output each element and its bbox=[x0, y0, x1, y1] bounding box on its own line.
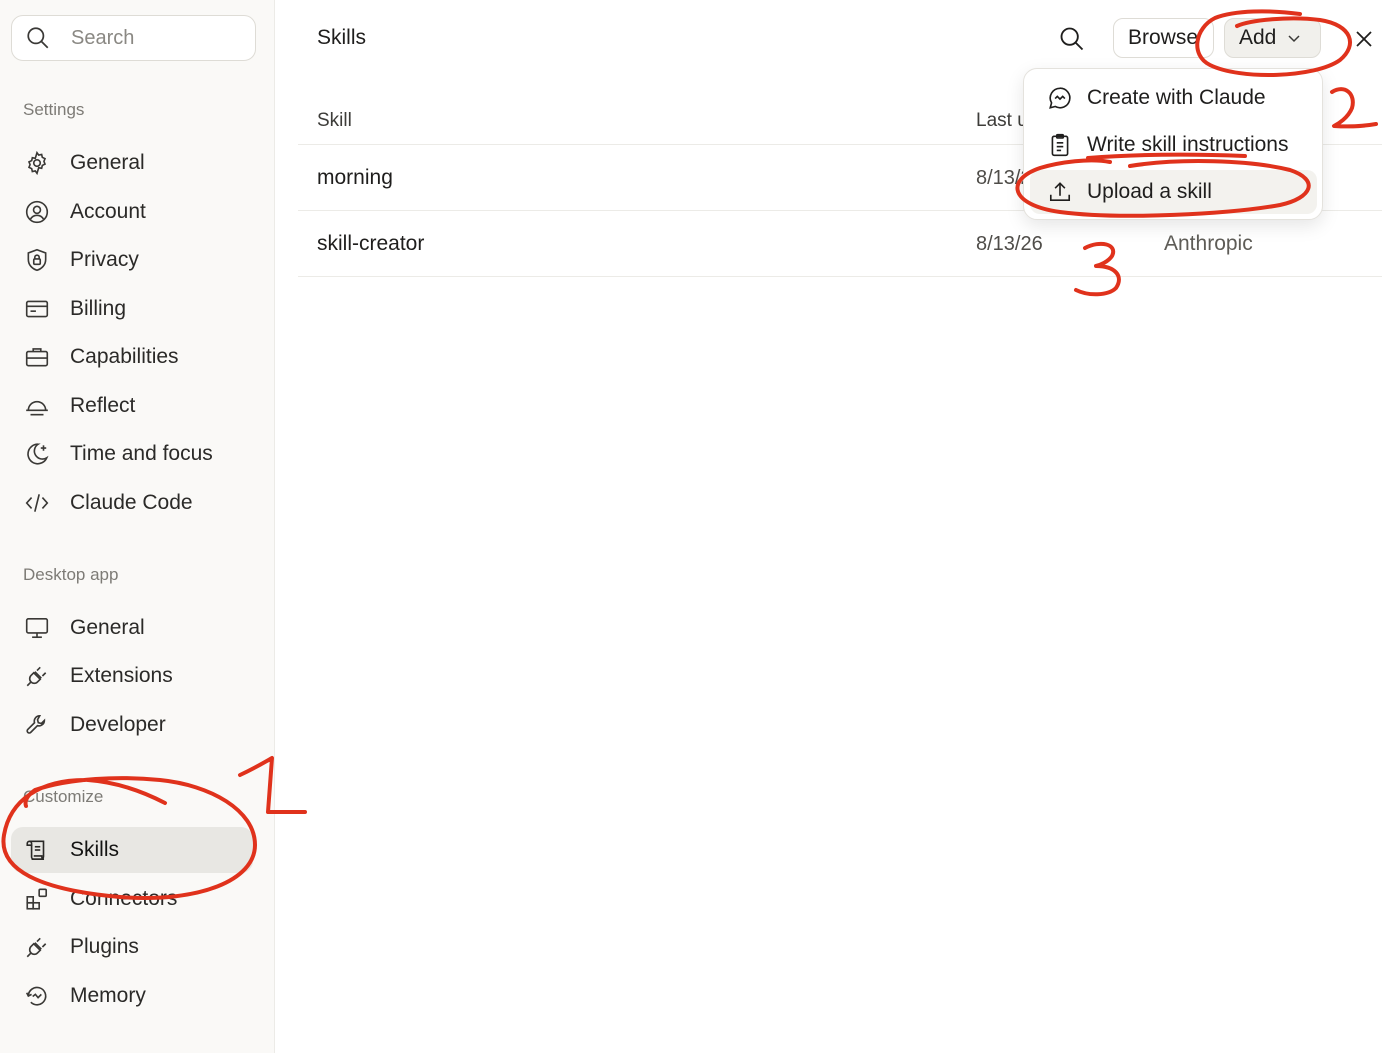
sidebar-item-plugins[interactable]: Plugins bbox=[11, 924, 253, 970]
shield-lock-icon bbox=[24, 247, 50, 273]
sidebar-item-claude-code[interactable]: Claude Code bbox=[11, 480, 253, 526]
clipboard-icon bbox=[1047, 132, 1073, 158]
skill-author-cell: Anthropic bbox=[1164, 232, 1253, 255]
sidebar-item-privacy[interactable]: Privacy bbox=[11, 237, 253, 283]
section-label-customize: Customize bbox=[23, 787, 104, 806]
menu-item-label: Upload a skill bbox=[1087, 180, 1212, 203]
sidebar-item-reflect[interactable]: Reflect bbox=[11, 383, 253, 429]
page-title: Skills bbox=[317, 26, 367, 49]
close-icon bbox=[1356, 31, 1372, 47]
search-skills-button[interactable] bbox=[1055, 22, 1089, 56]
chat-bubble-icon bbox=[1047, 85, 1073, 111]
skill-name-cell[interactable]: skill-creator bbox=[317, 232, 424, 256]
sidebar-item-label: Claude Code bbox=[70, 491, 193, 514]
sidebar-item-label: Account bbox=[70, 200, 146, 223]
history-icon bbox=[24, 983, 50, 1009]
plug-icon bbox=[24, 934, 50, 960]
blocks-icon bbox=[24, 886, 50, 912]
credit-card-icon bbox=[24, 296, 50, 322]
sidebar-item-time-and-focus[interactable]: Time and focus bbox=[11, 431, 253, 477]
close-button[interactable] bbox=[1350, 25, 1378, 53]
sidebar-item-label: Developer bbox=[70, 713, 166, 736]
column-header-skill: Skill bbox=[317, 110, 352, 131]
section-label-desktop-app: Desktop app bbox=[23, 565, 119, 584]
search-icon bbox=[1060, 27, 1084, 51]
sidebar-item-billing[interactable]: Billing bbox=[11, 286, 253, 332]
sidebar-item-extensions[interactable]: Extensions bbox=[11, 653, 253, 699]
sidebar-item-general[interactable]: General bbox=[11, 140, 253, 186]
skill-name-cell[interactable]: morning bbox=[317, 166, 393, 190]
plug-icon bbox=[24, 663, 50, 689]
gear-icon bbox=[24, 150, 50, 176]
sidebar-item-label: Memory bbox=[70, 984, 146, 1007]
wrench-icon bbox=[24, 712, 50, 738]
moon-icon bbox=[24, 441, 50, 467]
search-box[interactable] bbox=[11, 15, 256, 61]
add-button[interactable]: Add bbox=[1224, 18, 1321, 58]
sidebar-item-connectors[interactable]: Connectors bbox=[11, 876, 253, 922]
column-header-last-updated: Last u bbox=[976, 110, 1028, 131]
menu-item-upload-a-skill[interactable]: Upload a skill bbox=[1030, 170, 1317, 214]
sidebar-item-label: Reflect bbox=[70, 394, 136, 417]
sidebar-item-label: General bbox=[70, 616, 145, 639]
scroll-icon bbox=[24, 837, 50, 863]
sidebar-item-developer[interactable]: Developer bbox=[11, 702, 253, 748]
sidebar-item-label: Plugins bbox=[70, 935, 139, 958]
code-icon bbox=[24, 490, 50, 516]
search-icon bbox=[27, 27, 49, 49]
add-menu: Create with Claude Write skill instructi… bbox=[1023, 68, 1323, 220]
annotation-number-2 bbox=[1330, 87, 1378, 129]
briefcase-icon bbox=[24, 344, 50, 370]
sidebar-item-label: Extensions bbox=[70, 664, 173, 687]
browse-button[interactable]: Browse bbox=[1113, 18, 1214, 58]
user-circle-icon bbox=[24, 199, 50, 225]
add-button-label: Add bbox=[1239, 26, 1277, 49]
menu-item-create-with-claude[interactable]: Create with Claude bbox=[1030, 76, 1317, 120]
sidebar-item-memory[interactable]: Memory bbox=[11, 973, 253, 1019]
upload-icon bbox=[1047, 179, 1073, 205]
menu-item-label: Create with Claude bbox=[1087, 86, 1266, 109]
sidebar: Settings General Account Privacy Billing… bbox=[0, 0, 275, 1053]
sidebar-item-label: Capabilities bbox=[70, 345, 179, 368]
chevron-down-icon bbox=[1288, 35, 1300, 43]
sidebar-item-label: General bbox=[70, 151, 145, 174]
sidebar-item-skills[interactable]: Skills bbox=[11, 827, 253, 873]
sidebar-item-desktop-general[interactable]: General bbox=[11, 605, 253, 651]
sidebar-item-label: Connectors bbox=[70, 887, 178, 910]
skill-date-cell: 8/13/26 bbox=[976, 233, 1043, 255]
sidebar-item-capabilities[interactable]: Capabilities bbox=[11, 334, 253, 380]
search-input[interactable] bbox=[71, 26, 231, 50]
sidebar-item-label: Skills bbox=[70, 838, 120, 861]
sidebar-item-label: Time and focus bbox=[70, 442, 213, 465]
monitor-icon bbox=[24, 615, 50, 641]
section-label-settings: Settings bbox=[23, 100, 85, 119]
menu-item-label: Write skill instructions bbox=[1087, 133, 1289, 156]
sidebar-item-label: Privacy bbox=[70, 248, 139, 271]
annotation-number-3 bbox=[1074, 241, 1121, 297]
table-divider bbox=[298, 276, 1382, 277]
menu-item-write-skill-instructions[interactable]: Write skill instructions bbox=[1030, 123, 1317, 167]
sidebar-item-label: Billing bbox=[70, 297, 127, 320]
sunrise-icon bbox=[24, 393, 50, 419]
sidebar-item-account[interactable]: Account bbox=[11, 189, 253, 235]
